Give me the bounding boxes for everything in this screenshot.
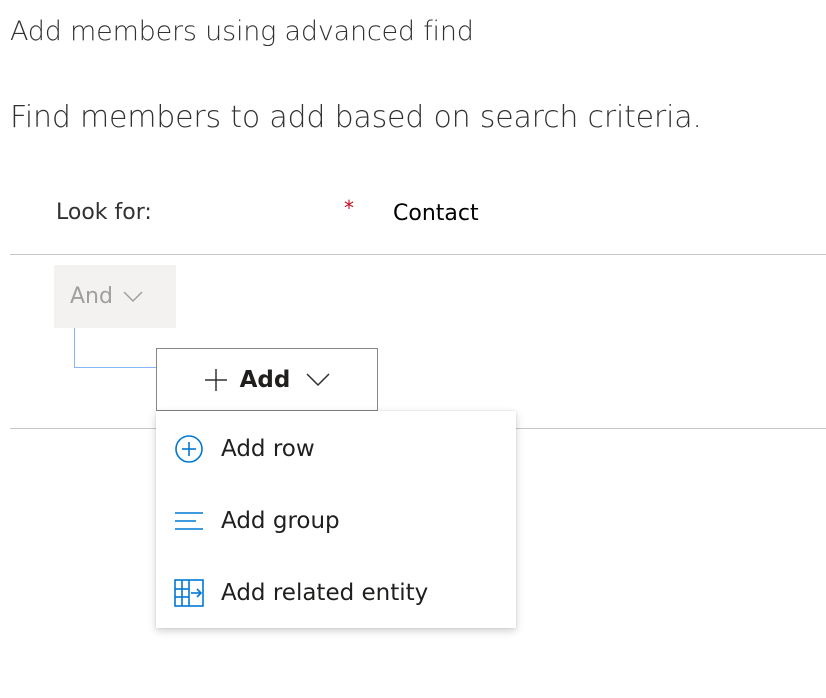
and-operator-dropdown[interactable]: And [54,265,176,328]
look-for-entity-value: Contact [393,201,479,226]
advanced-find-panel: Add members using advanced find Find mem… [0,0,826,698]
add-button[interactable]: Add [156,348,378,411]
divider-top [10,254,826,255]
menu-item-label: Add group [221,508,340,534]
group-lines-icon [172,504,206,538]
add-dropdown-menu: Add row Add group Add related entity [156,411,516,628]
page-subtitle: Find members to add based on search crit… [10,100,702,135]
look-for-label: Look for: [56,200,152,225]
menu-item-label: Add related entity [221,580,429,606]
tree-connector-line [74,328,156,368]
add-circle-icon [172,432,206,466]
menu-item-add-related-entity[interactable]: Add related entity [156,557,516,629]
required-marker: * [344,196,354,220]
and-operator-label: And [70,284,113,309]
page-title: Add members using advanced find [10,16,474,47]
chevron-down-icon [123,290,143,303]
menu-item-add-row[interactable]: Add row [156,413,516,485]
plus-icon [204,368,228,392]
add-button-label: Add [239,366,291,393]
menu-item-label: Add row [221,436,315,462]
menu-item-add-group[interactable]: Add group [156,485,516,557]
related-entity-icon [172,576,206,610]
chevron-down-icon [306,372,330,387]
